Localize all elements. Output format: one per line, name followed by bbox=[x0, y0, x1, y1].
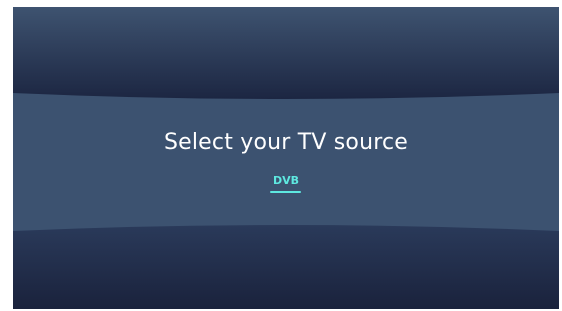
source-option-dvb[interactable]: DVB bbox=[270, 174, 302, 187]
page-title: Select your TV source bbox=[163, 130, 409, 155]
center-panel bbox=[13, 93, 559, 231]
selected-indicator bbox=[270, 191, 301, 193]
bottom-curved-band bbox=[13, 225, 559, 309]
tv-source-screen: Select your TV source DVB bbox=[13, 7, 559, 309]
